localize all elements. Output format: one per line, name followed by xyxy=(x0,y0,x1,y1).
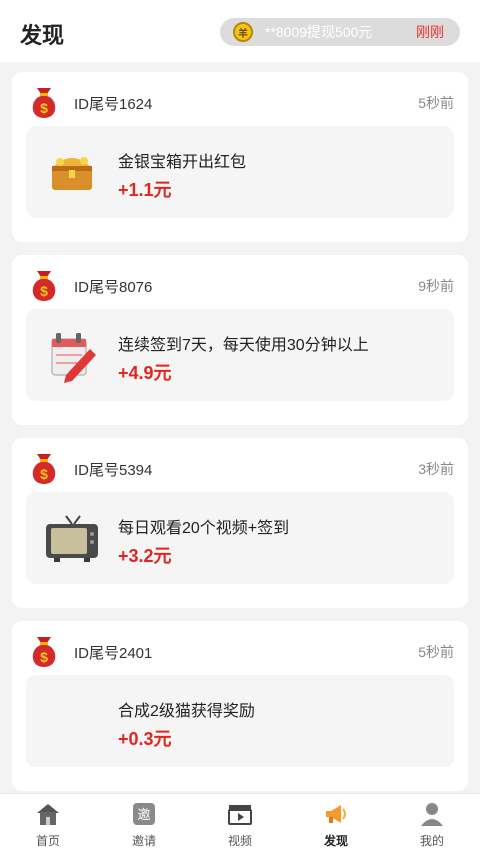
reward-amount: +0.3元 xyxy=(118,729,172,749)
feed-card[interactable]: $ ID尾号2401 5秒前 合成2级猫获得奖励 +0.3元 xyxy=(12,621,468,791)
ticker-time: 刚刚 xyxy=(416,24,444,40)
user-id: ID尾号5394 xyxy=(74,462,153,479)
card-header: $ ID尾号2401 5秒前 xyxy=(26,633,454,669)
time-ago: 9秒前 xyxy=(418,278,454,294)
header: 发现 羊 **8009提现500元 刚刚 xyxy=(0,0,480,62)
profile-icon xyxy=(421,803,443,826)
tv-icon xyxy=(46,515,98,562)
tab-label: 视频 xyxy=(227,834,252,848)
feed-card[interactable]: $ ID尾号1624 5秒前 金银宝箱开出红包 +1.1元 xyxy=(12,72,468,242)
tab-profile[interactable]: 我的 xyxy=(384,794,480,853)
task-title: 合成2级猫获得奖励 xyxy=(118,703,255,720)
megaphone-icon xyxy=(326,805,346,823)
user-id: ID尾号2401 xyxy=(74,645,153,662)
coin-icon: 羊 xyxy=(233,22,253,42)
reward-amount: +3.2元 xyxy=(118,546,172,566)
task-box: 合成2级猫获得奖励 +0.3元 xyxy=(26,675,454,767)
feed-card[interactable]: $ ID尾号8076 9秒前 连续签到7天，每天使用30分钟以上 +4.9元 xyxy=(12,255,468,425)
svg-text:$: $ xyxy=(40,649,48,665)
user-id: ID尾号8076 xyxy=(74,279,153,296)
card-header: $ ID尾号1624 5秒前 xyxy=(26,84,454,120)
task-box: 连续签到7天，每天使用30分钟以上 +4.9元 xyxy=(26,309,454,401)
svg-text:邀: 邀 xyxy=(137,808,150,823)
task-title: 金银宝箱开出红包 xyxy=(118,154,247,171)
tab-label: 首页 xyxy=(35,834,60,848)
tab-home[interactable]: 首页 xyxy=(0,794,96,853)
tab-label: 我的 xyxy=(419,834,444,848)
money-bag-icon: $ xyxy=(32,271,56,301)
task-box: 金银宝箱开出红包 +1.1元 xyxy=(26,126,454,218)
calendar-pencil-icon xyxy=(51,333,96,383)
home-icon xyxy=(37,804,59,825)
money-bag-icon: $ xyxy=(32,637,56,667)
reward-amount: +4.9元 xyxy=(118,363,172,383)
time-ago: 3秒前 xyxy=(418,461,454,477)
money-bag-icon: $ xyxy=(32,454,56,484)
treasure-chest-icon xyxy=(52,157,92,190)
user-id: ID尾号1624 xyxy=(74,96,153,113)
svg-text:$: $ xyxy=(40,466,48,482)
time-ago: 5秒前 xyxy=(418,95,454,111)
video-icon xyxy=(228,805,252,825)
tab-label: 发现 xyxy=(323,834,348,848)
tab-invite[interactable]: 邀 邀请 xyxy=(96,794,192,853)
task-title: 连续签到7天，每天使用30分钟以上 xyxy=(118,337,369,354)
tab-label: 邀请 xyxy=(131,834,156,848)
page-title: 发现 xyxy=(20,23,65,48)
withdrawal-ticker[interactable]: 羊 **8009提现500元 刚刚 xyxy=(220,18,460,46)
card-header: $ ID尾号8076 9秒前 xyxy=(26,267,454,303)
money-bag-icon: $ xyxy=(32,88,56,118)
reward-amount: +1.1元 xyxy=(118,180,172,200)
task-box: 每日观看20个视频+签到 +3.2元 xyxy=(26,492,454,584)
task-title: 每日观看20个视频+签到 xyxy=(118,520,290,537)
svg-text:$: $ xyxy=(40,100,48,116)
tab-discover[interactable]: 发现 xyxy=(288,794,384,853)
cat-icon xyxy=(44,693,100,749)
ticker-text: **8009提现500元 xyxy=(265,24,373,40)
bottom-tab-bar: 首页 邀 邀请 视频 发现 我的 xyxy=(0,793,480,853)
tab-video[interactable]: 视频 xyxy=(192,794,288,853)
card-header: $ ID尾号5394 3秒前 xyxy=(26,450,454,486)
invite-icon: 邀 xyxy=(133,803,155,825)
feed-card[interactable]: $ ID尾号5394 3秒前 每日观看20个视频+签到 +3.2元 xyxy=(12,438,468,608)
svg-text:$: $ xyxy=(40,283,48,299)
time-ago: 5秒前 xyxy=(418,644,454,660)
